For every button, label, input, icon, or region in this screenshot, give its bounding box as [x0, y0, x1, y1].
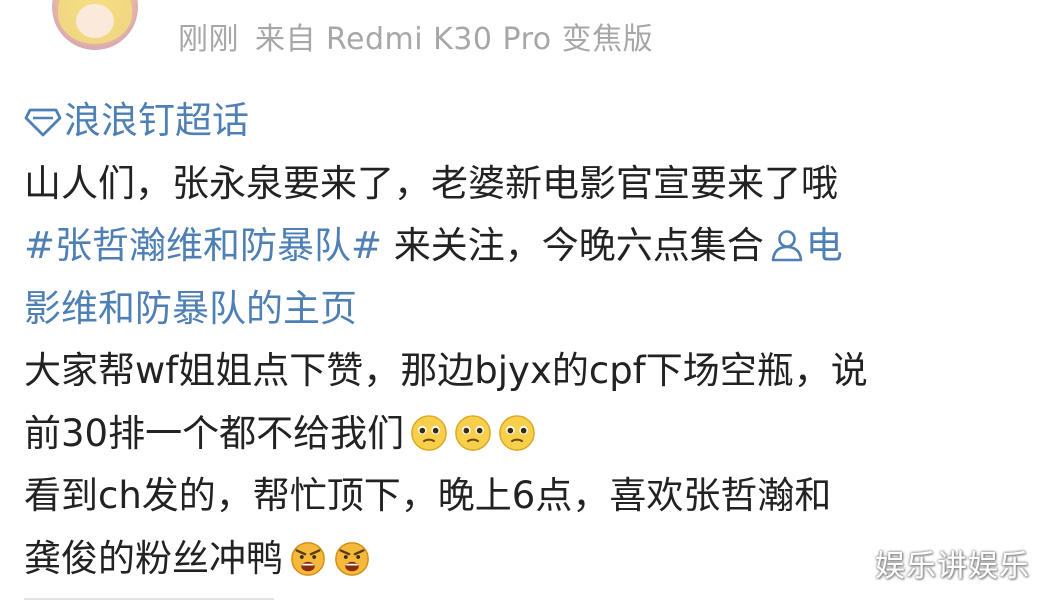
post-line-2: #张哲瀚维和防暴队# 来关注，今晚六点集合 电	[24, 215, 1028, 278]
post-line-5-text: 前30排一个都不给我们	[24, 411, 405, 455]
pleading-face-emoji	[411, 414, 447, 451]
supertopic-link[interactable]: 浪浪钉超话	[24, 90, 1028, 153]
angry-shouting-emoji	[335, 541, 369, 576]
avatar[interactable]	[52, 0, 138, 50]
user-link-part2[interactable]: 影维和防暴队的主页	[24, 278, 1028, 341]
divider	[24, 598, 274, 600]
watermark: 娱乐讲娱乐	[875, 549, 1030, 584]
pleading-face-emoji	[455, 414, 491, 451]
post-line-5: 前30排一个都不给我们	[24, 403, 1028, 466]
user-icon	[771, 230, 803, 262]
post-line-1: 山人们，张永泉要来了，老婆新电影官宣要来了哦	[24, 161, 838, 205]
post-line-6: 看到ch发的，帮忙顶下，晚上6点，喜欢张哲瀚和	[24, 474, 832, 517]
supertopic-label: 浪浪钉超话	[64, 99, 249, 142]
user-link-part1[interactable]: 电	[806, 224, 843, 267]
post-time: 刚刚	[178, 22, 239, 57]
pleading-face-emoji	[499, 414, 535, 451]
angry-shouting-emoji	[291, 541, 325, 576]
diamond-icon	[24, 108, 62, 137]
avatar-face	[76, 4, 114, 38]
post-line-2-text: 来关注，今晚六点集合	[382, 224, 764, 267]
post-source[interactable]: 来自 Redmi K30 Pro 变焦版	[255, 22, 653, 57]
post-meta: 刚刚 来自 Redmi K30 Pro 变焦版	[178, 14, 653, 58]
post-line-7-text: 龚俊的粉丝冲鸭	[24, 536, 283, 580]
post-line-4: 大家帮wf姐姐点下赞，那边bjyx的cpf下场空瓶，说	[24, 349, 868, 392]
hashtag-link[interactable]: #张哲瀚维和防暴队#	[24, 224, 382, 267]
post-content: 浪浪钉超话 山人们，张永泉要来了，老婆新电影官宣要来了哦 #张哲瀚维和防暴队# …	[24, 90, 1028, 590]
weibo-post: 刚刚 来自 Redmi K30 Pro 变焦版 浪浪钉超话 山人们，张永泉要来了，…	[0, 0, 1044, 603]
